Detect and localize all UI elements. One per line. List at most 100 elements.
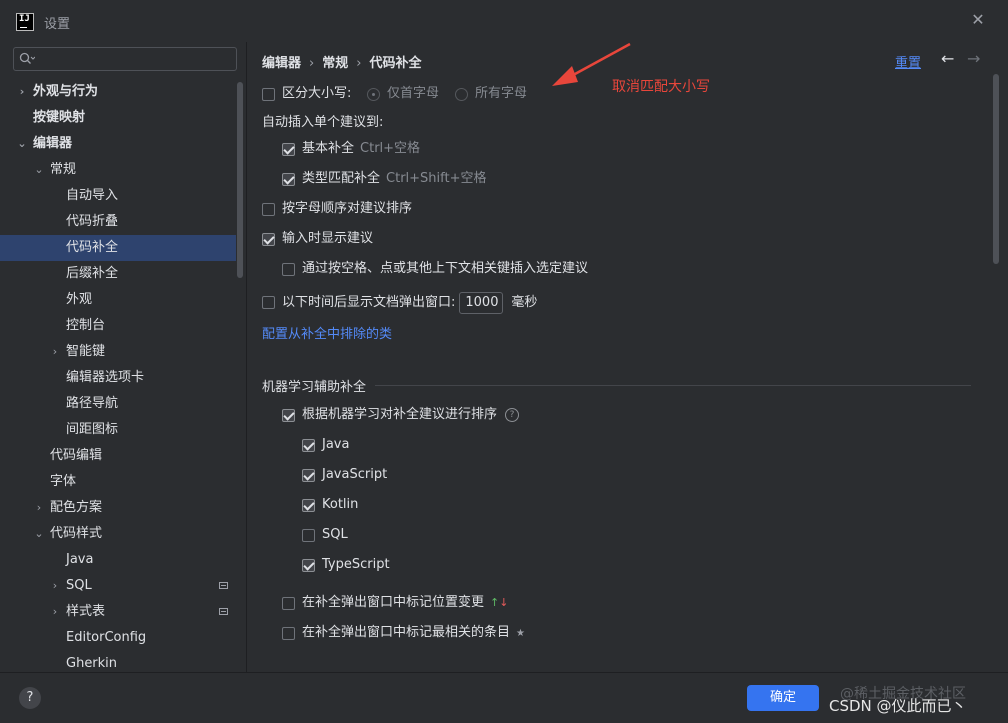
sidebar-item-gutter-icons[interactable]: 间距图标 [0, 417, 236, 443]
chevron-down-icon[interactable]: ⌄ [16, 131, 28, 157]
sort-alpha-checkbox[interactable] [262, 203, 275, 216]
doc-popup-delay-input[interactable]: 1000 [459, 291, 504, 314]
ml-language-typescript: TypeScript [302, 555, 502, 575]
ok-button[interactable]: 确定 [747, 685, 819, 711]
sidebar-item-code-folding[interactable]: 代码折叠 [0, 209, 236, 235]
kotlin-checkbox[interactable] [302, 499, 315, 512]
project-scope-icon [219, 582, 228, 589]
watermark-csdn: CSDN @仪此而已丶 [829, 697, 967, 715]
sidebar-item-editor-tabs[interactable]: 编辑器选项卡 [0, 365, 236, 391]
sidebar-item-postfix-completion[interactable]: 后缀补全 [0, 261, 236, 287]
ml-language-java: Java [302, 435, 502, 455]
sidebar-item-sql[interactable]: › SQL [0, 573, 236, 599]
mark-position-label-group: 在补全弹出窗口中标记位置变更 ↑↓ [302, 593, 508, 613]
help-button[interactable]: ? [19, 687, 41, 709]
javascript-checkbox[interactable] [302, 469, 315, 482]
show-typing-row: 输入时显示建议 [262, 229, 562, 249]
section-divider [375, 385, 971, 386]
mark-position-checkbox[interactable] [282, 597, 295, 610]
chevron-down-icon[interactable]: ⌄ [33, 157, 45, 183]
sidebar-item-label: 字体 [50, 474, 77, 489]
mark-relevant-label: 在补全弹出窗口中标记最相关的条目 [302, 625, 511, 640]
doc-popup-checkbox[interactable] [262, 296, 275, 309]
doc-popup-label: 以下时间后显示文档弹出窗口: [282, 295, 456, 310]
sidebar-item-label: 外观与行为 [33, 84, 99, 99]
sidebar-item-color-scheme[interactable]: › 配色方案 [0, 495, 236, 521]
typescript-checkbox[interactable] [302, 559, 315, 572]
sidebar-scrollbar[interactable] [237, 82, 243, 278]
breadcrumb-code-completion: 代码补全 [369, 56, 422, 71]
sidebar-item-label: Java [66, 552, 94, 567]
java-label: Java [322, 437, 350, 452]
case-sensitive-checkbox[interactable] [262, 88, 275, 101]
sidebar-item-label: 路径导航 [66, 396, 119, 411]
sidebar-item-label: 常规 [50, 162, 77, 177]
close-icon[interactable]: ✕ [968, 10, 988, 30]
type-match-checkbox[interactable] [282, 173, 295, 186]
sidebar-item-label: 代码补全 [66, 240, 119, 255]
sidebar-item-label: 配色方案 [50, 500, 103, 515]
help-icon[interactable]: ? [505, 407, 520, 422]
sidebar-item-auto-import[interactable]: 自动导入 [0, 183, 236, 209]
sidebar-item-general[interactable]: ⌄ 常规 [0, 157, 236, 183]
chevron-right-icon[interactable]: › [16, 79, 28, 105]
basic-completion-shortcut: Ctrl+空格 [360, 141, 421, 156]
sidebar-item-code-style[interactable]: ⌄ 代码样式 [0, 521, 236, 547]
content-scrollbar[interactable] [993, 74, 999, 264]
ml-sort-label-group: 根据机器学习对补全建议进行排序? [302, 405, 520, 425]
sidebar-item-label: 智能键 [66, 344, 106, 359]
doc-popup-row: 以下时间后显示文档弹出窗口: 1000 毫秒 [262, 291, 662, 315]
sidebar-item-label: SQL [66, 578, 92, 593]
sidebar-item-label: 代码样式 [50, 526, 103, 541]
chevron-down-icon[interactable]: ⌄ [33, 521, 45, 547]
arrow-left-icon[interactable]: ← [941, 49, 954, 68]
kotlin-label: Kotlin [322, 497, 359, 512]
sidebar-item-appearance-behavior[interactable]: › 外观与行为 [0, 79, 236, 105]
ml-sort-checkbox[interactable] [282, 409, 295, 422]
breadcrumb-separator: › [309, 56, 315, 71]
window-title: 设置 [44, 17, 71, 32]
javascript-label: JavaScript [322, 467, 388, 482]
sidebar-item-breadcrumbs[interactable]: 路径导航 [0, 391, 236, 417]
doc-popup-unit: 毫秒 [511, 295, 538, 310]
insert-by-space-checkbox[interactable] [282, 263, 295, 276]
insert-by-space-label: 通过按空格、点或其他上下文相关键插入选定建议 [302, 261, 589, 276]
search-input[interactable] [13, 47, 237, 71]
sidebar-item-console[interactable]: 控制台 [0, 313, 236, 339]
basic-completion-checkbox[interactable] [282, 143, 295, 156]
settings-tree: › 外观与行为 按键映射 ⌄ 编辑器 ⌄ 常规 自动导入 代码折叠 代码补全 后… [0, 79, 236, 677]
auto-insert-title: 自动插入单个建议到: [262, 115, 384, 130]
exclude-classes-link[interactable]: 配置从补全中排除的类 [262, 325, 392, 345]
all-letters-radio[interactable] [455, 88, 468, 101]
chevron-right-icon[interactable]: › [49, 599, 61, 625]
chevron-right-icon[interactable]: › [49, 573, 61, 599]
sidebar-item-editor[interactable]: ⌄ 编辑器 [0, 131, 236, 157]
chevron-right-icon[interactable]: › [49, 339, 61, 365]
star-icon: ★ [516, 628, 525, 639]
sidebar-item-smart-keys[interactable]: › 智能键 [0, 339, 236, 365]
sidebar-item-font[interactable]: 字体 [0, 469, 236, 495]
chevron-right-icon[interactable]: › [33, 495, 45, 521]
sidebar-item-keymap[interactable]: 按键映射 [0, 105, 236, 131]
mark-relevant-row: 在补全弹出窗口中标记最相关的条目 ★ [282, 623, 682, 643]
settings-content: 编辑器 › 常规 › 代码补全 重置 ← → 区分大小写: 仅首字母 所有字母 自动插入… [247, 42, 1008, 672]
sidebar-item-label: 控制台 [66, 318, 106, 333]
sql-checkbox[interactable] [302, 529, 315, 542]
sidebar-item-java[interactable]: Java [0, 547, 236, 573]
sidebar-item-code-editing[interactable]: 代码编辑 [0, 443, 236, 469]
sidebar-item-label: 代码编辑 [50, 448, 103, 463]
title-bar: IJ 设置 ✕ [0, 0, 1008, 42]
show-typing-checkbox[interactable] [262, 233, 275, 246]
mark-relevant-checkbox[interactable] [282, 627, 295, 640]
arrow-right-icon[interactable]: → [967, 49, 980, 68]
first-letter-radio[interactable] [367, 88, 380, 101]
reset-link[interactable]: 重置 [895, 52, 921, 71]
java-checkbox[interactable] [302, 439, 315, 452]
sidebar-item-stylesheets[interactable]: › 样式表 [0, 599, 236, 625]
sidebar-item-label: 外观 [66, 292, 93, 307]
type-match-text: 类型匹配补全 [302, 171, 381, 186]
mark-position-label: 在补全弹出窗口中标记位置变更 [302, 595, 485, 610]
sidebar-item-appearance[interactable]: 外观 [0, 287, 236, 313]
sidebar-item-code-completion[interactable]: 代码补全 [0, 235, 236, 261]
sidebar-item-editorconfig[interactable]: EditorConfig [0, 625, 236, 651]
